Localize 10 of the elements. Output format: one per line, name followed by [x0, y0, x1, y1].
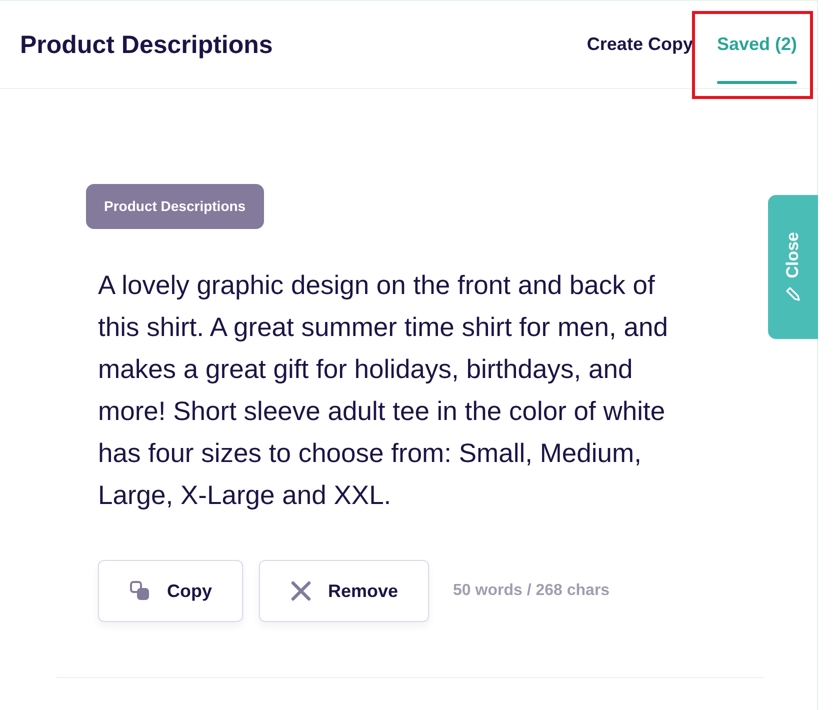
description-text: A lovely graphic design on the front and back of this shirt. A great summer time shirt for men, and makes a great gift for holidays, birthdays, and more! Short sleeve adult tee in the color of white has four sizes to choose from: Small, Medium, Large, X-Large and XXL. [98, 269, 669, 512]
copy-button[interactable]: Copy [98, 560, 243, 622]
pencil-icon [785, 286, 801, 302]
copy-icon [129, 580, 151, 602]
word-count: 50 words / 268 chars [453, 581, 610, 601]
category-tag: Product Descriptions [86, 184, 264, 229]
close-icon [290, 580, 312, 602]
tab[interactable]: Create Copy [586, 0, 693, 88]
page-title: Product Descriptions [20, 30, 273, 60]
remove-button[interactable]: Remove [259, 560, 430, 622]
